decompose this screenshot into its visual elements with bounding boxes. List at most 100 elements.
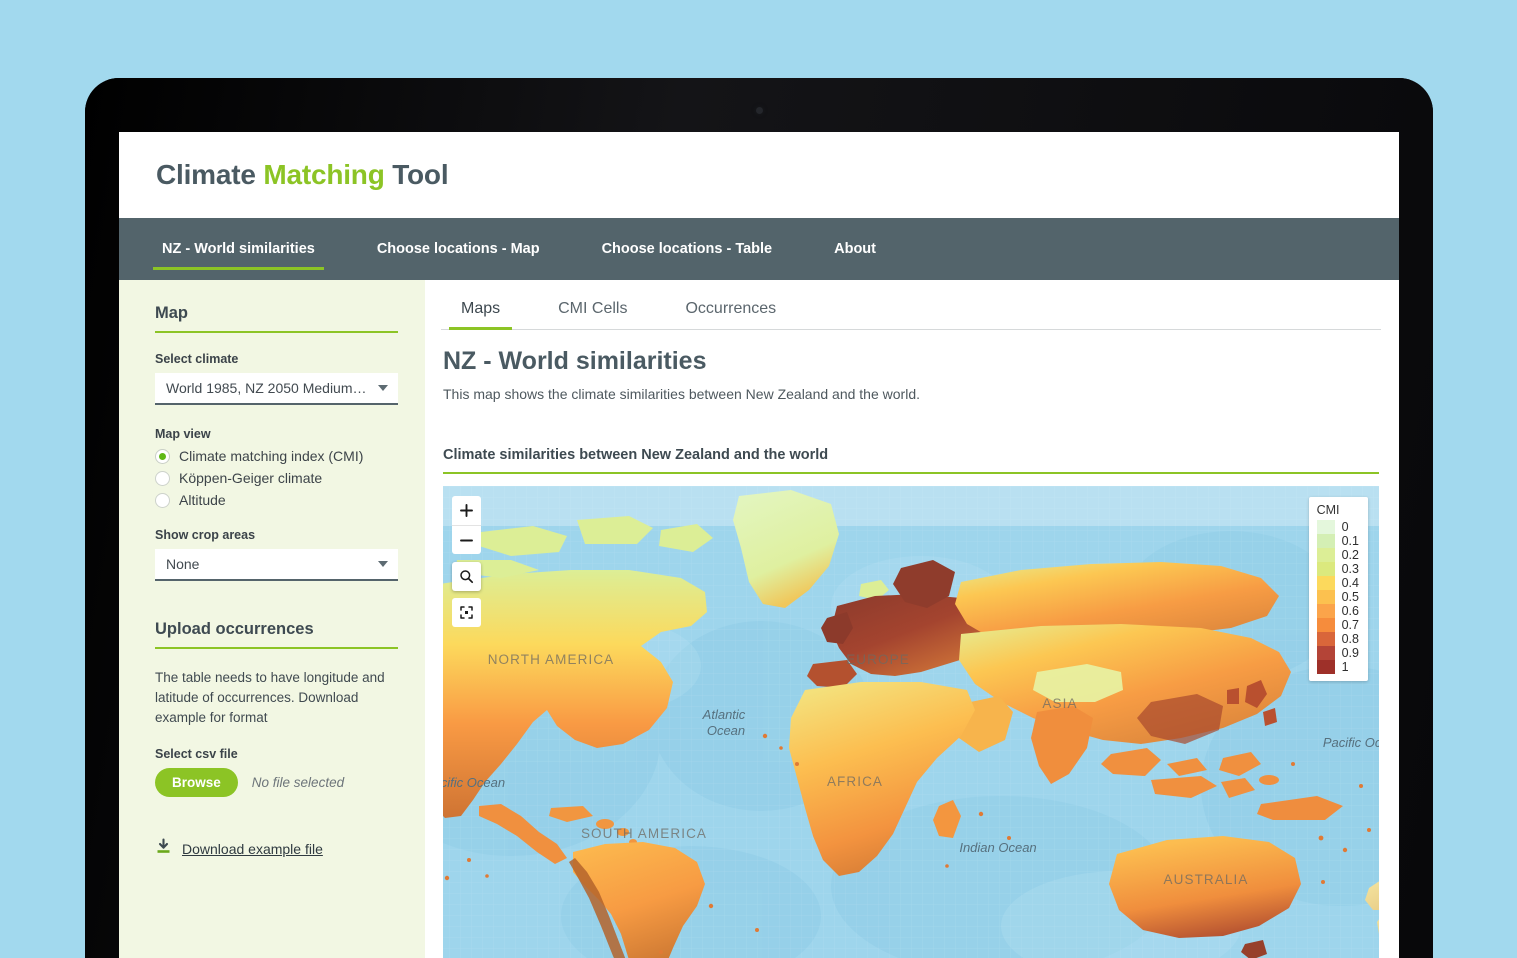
legend-rows: 0 0.1 0.2 0.3 0.4 0.5 0.6 0.7 0.8 0.9 1 [1316, 520, 1359, 674]
landmass-korea [1227, 688, 1239, 704]
download-icon [155, 838, 172, 860]
map-search-button[interactable] [452, 562, 481, 591]
select-climate-dropdown[interactable]: World 1985, NZ 2050 Medium em… [155, 373, 398, 405]
nav-label: About [834, 241, 876, 257]
reset-extent-button[interactable] [452, 598, 481, 627]
legend-row: 0.4 [1316, 576, 1359, 590]
map-caption: Climate similarities between New Zealand… [443, 447, 829, 463]
legend-label: 0.5 [1341, 590, 1359, 604]
legend-label: 0.6 [1341, 604, 1359, 618]
legend-title: CMI [1316, 503, 1340, 517]
content-page-subtitle: This map shows the climate similarities … [443, 386, 920, 402]
legend-row: 0.2 [1316, 548, 1359, 562]
tab-label: Maps [461, 300, 501, 317]
legend-row: 0.9 [1316, 646, 1359, 660]
climate-map[interactable]: NORTH AMERICA SOUTH AMERICA EUROPE AFRIC… [443, 486, 1379, 958]
legend-label: 1 [1341, 660, 1349, 674]
legend-swatch [1316, 520, 1335, 534]
nav-item-choose-locations-table[interactable]: Choose locations - Table [593, 218, 782, 280]
zoom-in-button[interactable] [452, 496, 481, 525]
legend-label: 0 [1341, 520, 1349, 534]
radio-icon [155, 492, 170, 508]
legend-row: 0.5 [1316, 590, 1359, 604]
sidebar-section-map-heading: Map [155, 304, 188, 322]
legend-row: 0.6 [1316, 604, 1359, 618]
legend-swatch [1316, 548, 1335, 562]
map-controls [452, 496, 481, 627]
nav-item-choose-locations-map[interactable]: Choose locations - Map [368, 218, 549, 280]
tab-maps[interactable]: Maps [449, 292, 513, 330]
zoom-out-button[interactable] [452, 525, 481, 554]
browser-screen: Climate Matching Tool NZ - World similar… [119, 132, 1399, 958]
legend-row: 0 [1316, 520, 1359, 534]
label-indian-ocean: Indian Ocean [959, 840, 1036, 855]
section-divider [155, 647, 398, 649]
tab-occurrences[interactable]: Occurrences [673, 292, 788, 329]
select-climate-label: Select climate [155, 352, 239, 366]
chevron-down-icon [378, 561, 388, 567]
radio-icon [155, 470, 170, 486]
map-canvas: NORTH AMERICA SOUTH AMERICA EUROPE AFRIC… [443, 486, 1379, 958]
map-view-radio-group: Climate matching index (CMI) Köppen-Geig… [155, 448, 398, 508]
radio-option-koppen-geiger[interactable]: Köppen-Geiger climate [155, 470, 398, 486]
sidebar: Map Select climate World 1985, NZ 2050 M… [119, 280, 425, 958]
show-crop-areas-value: None [166, 556, 200, 572]
legend-swatch [1316, 562, 1335, 576]
label-north-america: NORTH AMERICA [488, 652, 615, 667]
content-page-title: NZ - World similarities [443, 347, 707, 375]
nav-item-about[interactable]: About [825, 218, 885, 280]
legend-swatch [1316, 646, 1335, 660]
legend-label: 0.3 [1341, 562, 1359, 576]
expand-icon [460, 606, 473, 619]
legend-row: 0.8 [1316, 632, 1359, 646]
label-australia: AUSTRALIA [1164, 872, 1249, 887]
label-south-america: SOUTH AMERICA [581, 826, 707, 841]
download-example-file-link[interactable]: Download example file [155, 838, 398, 860]
nav-label: NZ - World similarities [162, 241, 315, 257]
nav-label: Choose locations - Table [601, 241, 773, 257]
legend-swatch [1316, 604, 1335, 618]
legend-row: 0.3 [1316, 562, 1359, 576]
app-header: Climate Matching Tool [119, 132, 1399, 218]
label-asia: ASIA [1042, 696, 1077, 711]
radio-option-cmi[interactable]: Climate matching index (CMI) [155, 448, 398, 464]
main-nav: NZ - World similarities Choose locations… [119, 218, 1399, 280]
select-climate-value: World 1985, NZ 2050 Medium em… [166, 380, 370, 396]
browse-button[interactable]: Browse [155, 768, 238, 797]
nav-item-nz-world-similarities[interactable]: NZ - World similarities [153, 218, 324, 280]
legend-label: 0.2 [1341, 548, 1359, 562]
legend-row: 1 [1316, 660, 1359, 674]
section-divider [155, 331, 398, 333]
label-atlantic-ocean-line2: Ocean [707, 723, 745, 738]
app-title-part1: Climate [156, 159, 264, 190]
legend-label: 0.8 [1341, 632, 1359, 646]
legend-row: 0.1 [1316, 534, 1359, 548]
show-crop-areas-dropdown[interactable]: None [155, 549, 398, 581]
legend-swatch [1316, 618, 1335, 632]
upload-occurrences-section: Upload occurrences The table needs to ha… [155, 620, 398, 860]
cmi-legend: CMI 0 0.1 0.2 0.3 0.4 0.5 0.6 0.7 0.8 0.… [1308, 497, 1368, 681]
nav-label: Choose locations - Map [376, 241, 540, 257]
legend-swatch [1316, 534, 1335, 548]
legend-swatch [1316, 590, 1335, 604]
label-pacific-ocean-east: Pacific Ocean [443, 775, 505, 790]
search-icon [460, 570, 474, 584]
select-csv-file-label: Select csv file [155, 747, 238, 761]
radio-option-altitude[interactable]: Altitude [155, 492, 398, 508]
radio-label: Köppen-Geiger climate [179, 470, 323, 486]
radio-label: Climate matching index (CMI) [179, 448, 364, 464]
legend-label: 0.1 [1341, 534, 1359, 548]
tab-cmi-cells[interactable]: CMI Cells [546, 292, 639, 329]
laptop-frame: Climate Matching Tool NZ - World similar… [85, 78, 1433, 958]
legend-swatch [1316, 576, 1335, 590]
webcam-icon [755, 107, 763, 114]
radio-label: Altitude [179, 492, 226, 508]
legend-label: 0.7 [1341, 618, 1359, 632]
tab-label: Occurrences [685, 300, 777, 317]
tab-label: CMI Cells [558, 300, 628, 317]
sidebar-section-upload-heading: Upload occurrences [155, 620, 314, 638]
legend-row: 0.7 [1316, 618, 1359, 632]
legend-label: 0.9 [1341, 646, 1359, 660]
legend-swatch [1316, 632, 1335, 646]
label-europe: EUROPE [846, 652, 910, 667]
